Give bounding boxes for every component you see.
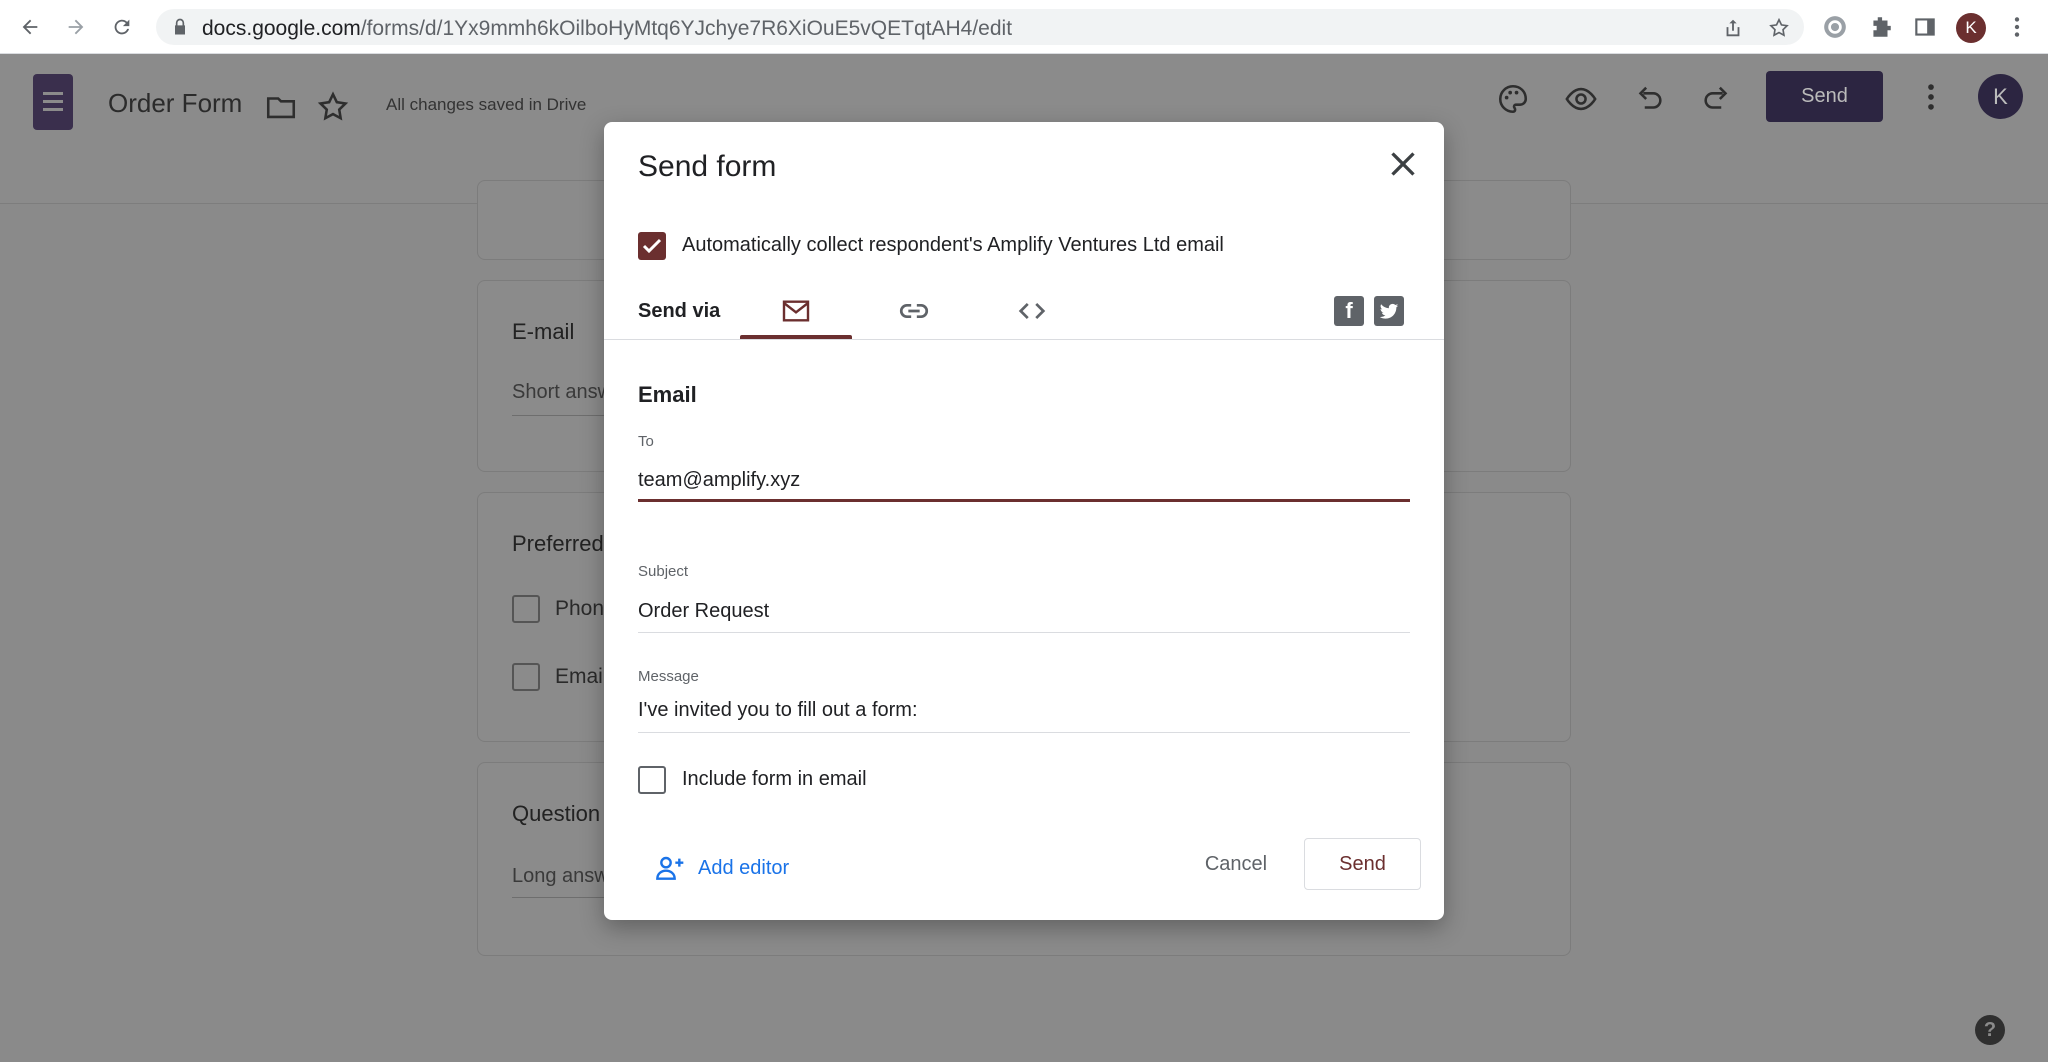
tab-embed[interactable] xyxy=(976,282,1088,340)
address-bar[interactable]: docs.google.com/forms/d/1Yx9mmh6kOilboHy… xyxy=(156,9,1804,45)
question-title: Question xyxy=(512,801,601,826)
forward-icon[interactable] xyxy=(62,13,90,41)
answer-hint: Short answ xyxy=(512,381,613,403)
send-button[interactable]: Send xyxy=(1304,838,1421,890)
question-title: Preferred xyxy=(512,531,604,556)
tab-link[interactable] xyxy=(858,282,970,340)
include-form-label: Include form in email xyxy=(682,768,867,790)
to-field[interactable]: team@amplify.xyz xyxy=(638,469,800,492)
grammarly-icon[interactable] xyxy=(1822,14,1848,40)
url-host: docs.google.com xyxy=(202,17,361,40)
palette-icon[interactable] xyxy=(1496,82,1530,116)
forms-logo-icon[interactable] xyxy=(33,74,73,130)
email-section-title: Email xyxy=(638,382,697,407)
tabs-divider xyxy=(604,339,1444,340)
lock-icon[interactable] xyxy=(170,17,190,37)
url-text[interactable]: docs.google.com/forms/d/1Yx9mmh6kOilboHy… xyxy=(202,17,1012,41)
to-field-underline xyxy=(638,499,1410,502)
option-checkbox[interactable] xyxy=(512,595,540,623)
redo-icon[interactable] xyxy=(1700,82,1734,116)
checkmark-icon xyxy=(642,238,662,254)
share-icon[interactable] xyxy=(1722,17,1744,39)
close-icon[interactable] xyxy=(1385,146,1421,182)
add-editor-button[interactable]: Add editor xyxy=(654,848,789,888)
auto-collect-label: Automatically collect respondent's Ampli… xyxy=(682,234,1224,256)
star-icon[interactable] xyxy=(316,90,350,124)
folder-icon[interactable] xyxy=(264,90,298,124)
bookmark-star-icon[interactable] xyxy=(1768,17,1790,39)
save-status: All changes saved in Drive xyxy=(386,95,587,114)
dialog-title: Send form xyxy=(638,150,777,183)
message-field-underline xyxy=(638,732,1410,733)
option-label: Phon xyxy=(555,597,605,620)
link-icon xyxy=(899,303,929,319)
back-icon[interactable] xyxy=(16,13,44,41)
side-panel-icon[interactable] xyxy=(1912,14,1938,40)
message-field[interactable]: I've invited you to fill out a form: xyxy=(638,699,918,722)
question-title: E-mail xyxy=(512,319,575,344)
embed-code-icon xyxy=(1018,302,1046,320)
add-editor-label: Add editor xyxy=(698,856,790,879)
tab-email[interactable] xyxy=(740,282,852,340)
auto-collect-checkbox[interactable] xyxy=(638,232,666,260)
help-icon[interactable]: ? xyxy=(1975,1015,2005,1045)
send-button-header[interactable]: Send xyxy=(1766,71,1883,122)
facebook-icon[interactable]: f xyxy=(1334,296,1364,326)
subject-field-underline xyxy=(638,632,1410,633)
include-form-checkbox[interactable] xyxy=(638,766,666,794)
extensions-icon[interactable] xyxy=(1868,14,1894,40)
twitter-icon[interactable] xyxy=(1374,296,1404,326)
twitter-bird-glyph xyxy=(1379,303,1399,319)
url-path: /forms/d/1Yx9mmh6kOilboHyMtq6YJchye7R6Xi… xyxy=(360,17,1013,40)
undo-icon[interactable] xyxy=(1632,82,1666,116)
add-person-icon xyxy=(656,856,684,880)
browser-menu-icon[interactable] xyxy=(2004,14,2030,40)
envelope-icon xyxy=(782,300,810,322)
subject-field[interactable]: Order Request xyxy=(638,600,769,623)
send-via-label: Send via xyxy=(638,300,721,322)
message-label: Message xyxy=(638,668,699,685)
answer-hint: Long answ xyxy=(512,865,609,887)
reload-icon[interactable] xyxy=(108,13,136,41)
send-form-dialog: Send form Automatically collect responde… xyxy=(604,122,1444,920)
option-checkbox[interactable] xyxy=(512,663,540,691)
document-title[interactable]: Order Form xyxy=(108,88,242,119)
cancel-button[interactable]: Cancel xyxy=(1184,838,1288,890)
browser-toolbar: docs.google.com/forms/d/1Yx9mmh6kOilboHy… xyxy=(0,0,2048,54)
option-label: Email xyxy=(555,665,608,688)
more-options-icon[interactable] xyxy=(1914,80,1948,114)
preview-eye-icon[interactable] xyxy=(1564,82,1598,116)
subject-label: Subject xyxy=(638,563,689,580)
to-label: To xyxy=(638,433,654,450)
account-avatar[interactable]: K xyxy=(1978,74,2023,119)
browser-profile-avatar[interactable]: K xyxy=(1956,13,1986,43)
